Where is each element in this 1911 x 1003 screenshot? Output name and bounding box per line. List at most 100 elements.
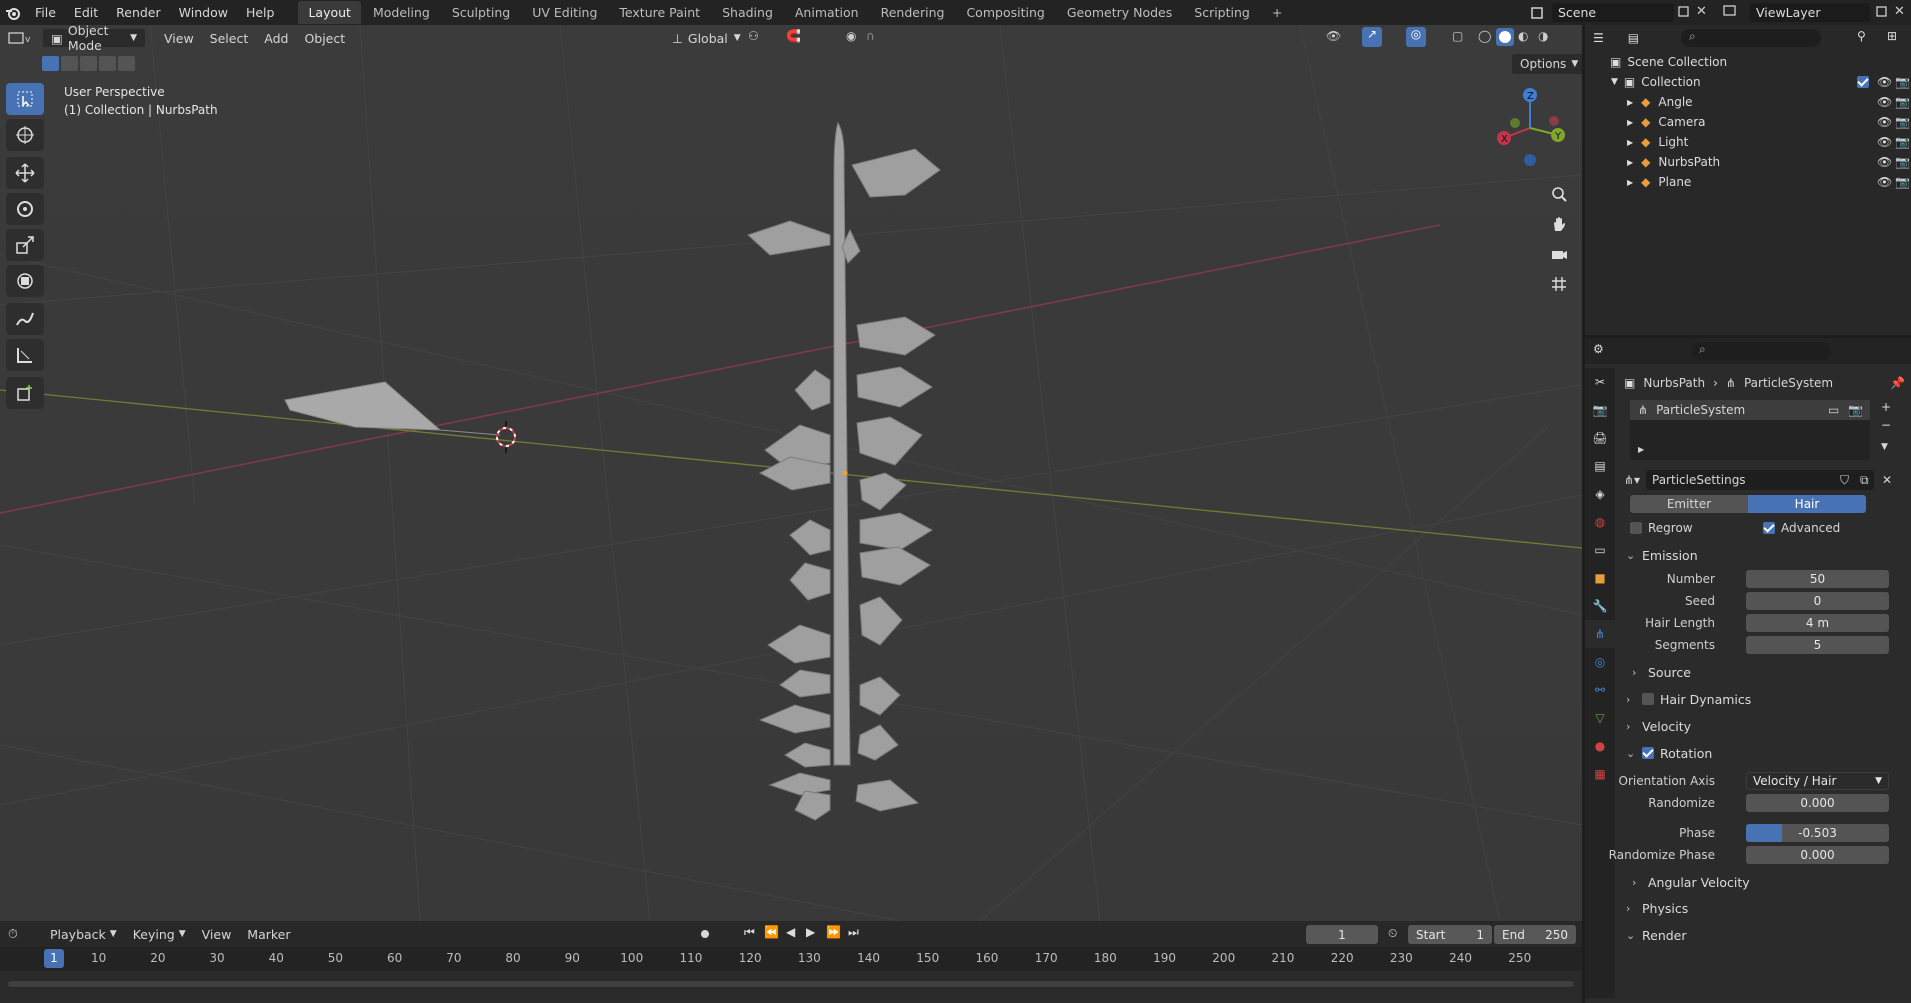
new-collection-icon[interactable]: ⊞ <box>1887 29 1897 43</box>
visibility-selectability-icon[interactable]: 👁 <box>1326 29 1341 43</box>
next-keyframe-icon[interactable]: ⏩ <box>826 925 841 939</box>
hair-button[interactable]: Hair <box>1748 495 1866 513</box>
show-render-icon[interactable]: 📷 <box>1848 403 1863 417</box>
visibility-eye-icon[interactable]: 👁 <box>1877 75 1892 89</box>
physics-panel-header[interactable]: › Physics <box>1620 896 1905 920</box>
tool-tab-icon[interactable]: ✂ <box>1585 368 1615 396</box>
menu-window[interactable]: Window <box>170 5 237 20</box>
move-tool-icon[interactable] <box>6 157 44 189</box>
source-subpanel-header[interactable]: › Source <box>1632 660 1911 684</box>
expand-arrow-icon[interactable]: ▶ <box>1627 158 1633 167</box>
outliner-object-row[interactable]: ▶ ◆ Light 👁 📷 <box>1585 132 1911 152</box>
mode-dropdown[interactable]: ▣ Object Mode ▼ <box>42 25 146 53</box>
list-expand-icon[interactable]: ▶ <box>1638 445 1644 454</box>
orientation-axis-dropdown[interactable]: Velocity / Hair ▼ <box>1746 772 1889 790</box>
measure-tool-icon[interactable] <box>6 339 44 371</box>
scene-selector-icon[interactable] <box>1524 4 1550 21</box>
fake-user-shield-icon[interactable]: ⛉ <box>1840 473 1849 488</box>
rotation-panel-header[interactable]: ⌄ Rotation <box>1620 741 1905 765</box>
hair-dynamics-checkbox[interactable] <box>1642 693 1654 705</box>
tab-layout[interactable]: Layout <box>298 1 361 24</box>
render-camera-icon[interactable]: 📷 <box>1895 115 1910 129</box>
outliner-object-row[interactable]: ▶ ◆ Camera 👁 📷 <box>1585 112 1911 132</box>
tab-scripting[interactable]: Scripting <box>1184 1 1260 24</box>
add-system-button[interactable]: + <box>1881 400 1891 414</box>
constraints-tab-icon[interactable]: ⚯ <box>1585 676 1615 704</box>
overlays-toggle-icon[interactable]: ◎ <box>1406 27 1426 47</box>
tab-texture-paint[interactable]: Texture Paint <box>609 1 710 24</box>
scene-collection-row[interactable]: ▣ Scene Collection <box>1585 52 1911 72</box>
select-extend-icon[interactable] <box>61 56 78 71</box>
material-tab-icon[interactable]: ● <box>1585 732 1615 760</box>
timeline-track[interactable] <box>0 971 1582 1003</box>
zoom-icon[interactable] <box>1545 180 1573 208</box>
playhead[interactable]: 1 <box>44 949 64 968</box>
physics-tab-icon[interactable]: ◎ <box>1585 648 1615 676</box>
properties-search-field[interactable]: ⌕ <box>1691 342 1831 360</box>
editor-type-dropdown[interactable]: v <box>0 28 38 48</box>
emitter-button[interactable]: Emitter <box>1630 495 1748 513</box>
select-invert-icon[interactable] <box>99 56 116 71</box>
expand-arrow-icon[interactable]: ▼ <box>1611 77 1618 87</box>
falloff-icon[interactable]: ∩ <box>866 29 875 43</box>
add-workspace-button[interactable]: + <box>1262 1 1292 24</box>
particle-system-list-item[interactable]: ⋔ ParticleSystem ▭ 📷 <box>1630 400 1870 420</box>
velocity-panel-header[interactable]: › Velocity <box>1620 714 1905 738</box>
snap-icon[interactable]: 🧲 <box>786 29 801 43</box>
navigation-gizmo[interactable]: Z X Y <box>1490 83 1570 173</box>
tab-sculpting[interactable]: Sculpting <box>442 1 520 24</box>
display-mode-icon[interactable]: ▤ <box>1628 31 1639 45</box>
seed-field[interactable]: 0 <box>1746 592 1889 610</box>
playback-menu[interactable]: Playback ▼ <box>42 924 125 944</box>
expand-arrow-icon[interactable]: ▶ <box>1627 98 1633 107</box>
visibility-eye-icon[interactable]: 👁 <box>1877 175 1892 189</box>
tab-uv-editing[interactable]: UV Editing <box>522 1 607 24</box>
rotation-checkbox[interactable] <box>1642 747 1654 759</box>
particle-system-list[interactable]: ⋔ ParticleSystem ▭ 📷 ▶ <box>1630 400 1870 460</box>
new-scene-icon[interactable] <box>1676 4 1694 21</box>
tab-rendering[interactable]: Rendering <box>871 1 955 24</box>
regrow-checkbox[interactable] <box>1630 522 1642 534</box>
pan-hand-icon[interactable] <box>1545 210 1573 238</box>
emission-panel-header[interactable]: ⌄ Emission <box>1620 543 1905 567</box>
outliner[interactable]: ☰ ▤ ⌕ ⚲ ⊞ ▣ Scene Collection ▼ ▣ Collect… <box>1585 25 1911 335</box>
xray-toggle-icon[interactable]: ▢ <box>1452 29 1463 43</box>
keying-menu[interactable]: Keying ▼ <box>125 924 194 944</box>
outliner-object-row[interactable]: ▶ ◆ Plane 👁 📷 <box>1585 172 1911 192</box>
phase-slider[interactable]: -0.503 <box>1746 824 1889 842</box>
outliner-search-field[interactable]: ⌕ <box>1681 29 1821 47</box>
menu-file[interactable]: File <box>26 5 65 20</box>
gizmo-toggle-icon[interactable]: ↗ <box>1362 27 1382 47</box>
menu-edit[interactable]: Edit <box>65 5 107 20</box>
viewport-scene[interactable] <box>0 25 1582 921</box>
play-reverse-icon[interactable]: ◀ <box>786 925 795 939</box>
render-camera-icon[interactable]: 📷 <box>1895 95 1910 109</box>
viewlayer-name-field[interactable]: ViewLayer <box>1750 3 1870 22</box>
output-tab-icon[interactable]: 🖨 <box>1585 424 1615 452</box>
tab-geometry-nodes[interactable]: Geometry Nodes <box>1057 1 1182 24</box>
visibility-eye-icon[interactable]: 👁 <box>1877 135 1892 149</box>
end-frame-field[interactable]: End 250 <box>1494 925 1576 944</box>
rotate-tool-icon[interactable] <box>6 193 44 225</box>
rendered-shading-icon[interactable]: ◑ <box>1538 29 1548 43</box>
camera-view-icon[interactable] <box>1545 240 1573 268</box>
wireframe-shading-icon[interactable]: ◯ <box>1478 29 1491 43</box>
prev-keyframe-icon[interactable]: ⏪ <box>764 925 779 939</box>
viewlayer-selector-icon[interactable] <box>1722 4 1748 21</box>
visibility-eye-icon[interactable]: 👁 <box>1877 155 1892 169</box>
outliner-editor-type-icon[interactable]: ☰ <box>1593 31 1604 45</box>
scene-tab-icon[interactable]: ◈ <box>1585 480 1615 508</box>
timeline-editor-type-icon[interactable]: ⏱ <box>0 924 36 944</box>
show-viewport-icon[interactable]: ▭ <box>1828 403 1839 417</box>
outliner-object-row[interactable]: ▶ ◆ NurbsPath 👁 📷 <box>1585 152 1911 172</box>
render-camera-icon[interactable]: 📷 <box>1895 155 1910 169</box>
cursor-tool-icon[interactable] <box>6 119 44 151</box>
visibility-eye-icon[interactable]: 👁 <box>1877 115 1892 129</box>
3d-viewport[interactable]: v ▣ Object Mode ▼ View Select Add Object… <box>0 25 1582 921</box>
scene-name-field[interactable]: Scene <box>1552 3 1674 22</box>
visibility-eye-icon[interactable]: 👁 <box>1877 95 1892 109</box>
properties-editor-type-icon[interactable]: ⚙ <box>1593 342 1604 356</box>
select-box-tool-icon[interactable] <box>6 83 44 115</box>
expand-arrow-icon[interactable]: ▶ <box>1627 118 1633 127</box>
filter-icon[interactable]: ⚲ <box>1857 29 1866 43</box>
